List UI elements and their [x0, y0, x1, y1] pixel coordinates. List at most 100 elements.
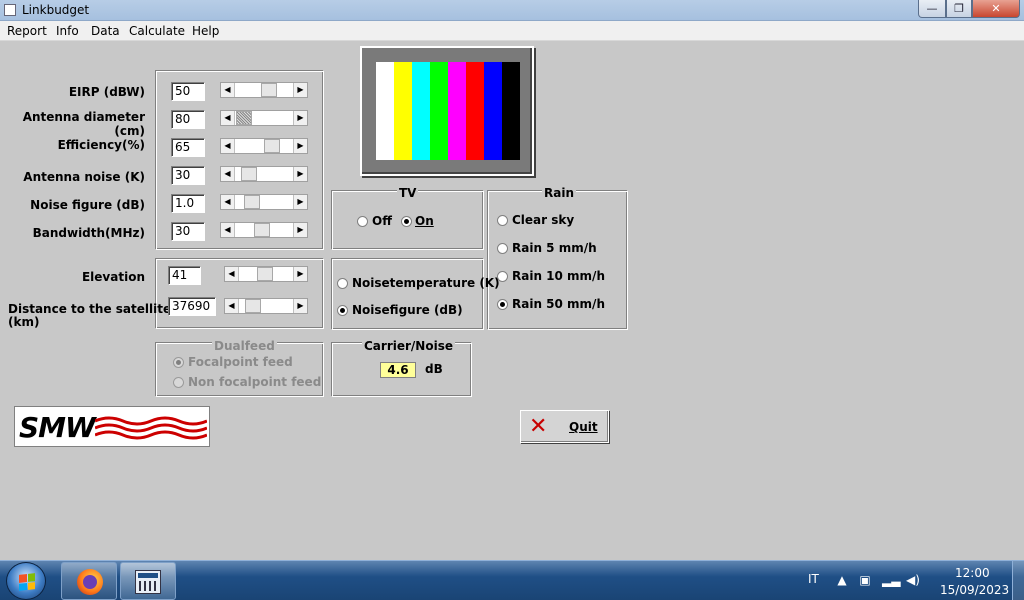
noisefigure-radio[interactable] — [337, 305, 348, 316]
antenna-diameter-label: Antenna diameter (cm) — [22, 110, 145, 138]
rain-clear-radio[interactable] — [497, 215, 508, 226]
title-bar: Linkbudget — ❐ ✕ — [0, 0, 1024, 21]
focalpoint-feed-label[interactable]: Focalpoint feed — [188, 355, 293, 369]
noisetemperature-label[interactable]: Noisetemperature (K) — [352, 276, 500, 290]
antenna-noise-slider[interactable]: ◀ ▶ — [220, 166, 308, 182]
efficiency-slider[interactable]: ◀ ▶ — [220, 138, 308, 154]
scroll-left-icon[interactable]: ◀ — [221, 111, 235, 125]
scroll-left-icon[interactable]: ◀ — [225, 299, 239, 313]
antenna-diameter-slider[interactable]: ◀ ▶ — [220, 110, 308, 126]
taskbar-linkbudget[interactable] — [120, 562, 176, 600]
slider-thumb[interactable] — [244, 195, 260, 209]
clock-date[interactable]: 15/09/2023 — [940, 583, 1009, 597]
menu-info[interactable]: Info — [56, 24, 79, 38]
tv-color-bar — [412, 62, 430, 160]
slider-thumb[interactable] — [245, 299, 261, 313]
tv-color-bar — [502, 62, 520, 160]
tv-on-radio[interactable] — [401, 216, 412, 227]
taskbar: IT ▲ ▣ ▂▃ ◀) 12:00 15/09/2023 — [0, 560, 1024, 600]
distance-slider[interactable]: ◀ ▶ — [224, 298, 308, 314]
rain-5-radio[interactable] — [497, 243, 508, 254]
rain-group-title: Rain — [542, 186, 576, 200]
start-button[interactable] — [6, 562, 46, 600]
show-desktop-button[interactable] — [1012, 561, 1024, 600]
rain-5-label[interactable]: Rain 5 mm/h — [512, 241, 597, 255]
scroll-left-icon[interactable]: ◀ — [221, 167, 235, 181]
distance-input[interactable]: 37690 — [168, 297, 216, 316]
slider-thumb[interactable] — [254, 223, 270, 237]
maximize-button[interactable]: ❐ — [946, 0, 972, 18]
tv-off-radio[interactable] — [357, 216, 368, 227]
clock-time[interactable]: 12:00 — [955, 566, 990, 580]
slider-thumb[interactable] — [264, 139, 280, 153]
elevation-label: Elevation — [81, 270, 145, 284]
rain-clear-label[interactable]: Clear sky — [512, 213, 574, 227]
wave-logo-icon — [95, 416, 207, 440]
elevation-slider[interactable]: ◀ ▶ — [224, 266, 308, 282]
scroll-right-icon[interactable]: ▶ — [293, 267, 307, 281]
efficiency-label: Efficiency(%) — [57, 138, 145, 152]
rain-50-label[interactable]: Rain 50 mm/h — [512, 297, 605, 311]
scroll-right-icon[interactable]: ▶ — [293, 195, 307, 209]
noisefigure-label[interactable]: Noisefigure (dB) — [352, 303, 463, 317]
scroll-right-icon[interactable]: ▶ — [293, 167, 307, 181]
language-indicator[interactable]: IT — [808, 572, 819, 586]
bandwidth-slider[interactable]: ◀ ▶ — [220, 222, 308, 238]
scroll-right-icon[interactable]: ▶ — [293, 139, 307, 153]
slider-thumb[interactable] — [257, 267, 273, 281]
eirp-slider[interactable]: ◀ ▶ — [220, 82, 308, 98]
menu-data[interactable]: Data — [91, 24, 120, 38]
carrier-noise-value: 4.6 — [380, 362, 416, 378]
efficiency-input[interactable]: 65 — [171, 138, 205, 157]
taskbar-firefox[interactable] — [61, 562, 117, 600]
antenna-noise-input[interactable]: 30 — [171, 166, 205, 185]
tv-off-label[interactable]: Off — [372, 214, 392, 228]
tv-on-label[interactable]: On — [415, 214, 434, 228]
volume-icon[interactable]: ◀) — [906, 574, 920, 587]
noise-mode-panel — [332, 259, 484, 330]
rain-50-radio[interactable] — [497, 299, 508, 310]
distance-unit-label: (km) — [8, 315, 40, 329]
network-icon[interactable]: ▂▃ — [882, 574, 900, 587]
menu-help[interactable]: Help — [192, 24, 219, 38]
slider-thumb[interactable] — [261, 83, 277, 97]
non-focalpoint-feed-radio[interactable] — [173, 377, 184, 388]
noise-figure-input[interactable]: 1.0 — [171, 194, 205, 213]
non-focalpoint-feed-label[interactable]: Non focalpoint feed — [188, 375, 321, 389]
noisetemperature-radio[interactable] — [337, 278, 348, 289]
rain-10-label[interactable]: Rain 10 mm/h — [512, 269, 605, 283]
slider-thumb[interactable] — [241, 167, 257, 181]
menu-calculate[interactable]: Calculate — [129, 24, 185, 38]
show-hidden-icons-icon[interactable]: ▲ — [835, 574, 849, 587]
scroll-left-icon[interactable]: ◀ — [225, 267, 239, 281]
scroll-right-icon[interactable]: ▶ — [293, 111, 307, 125]
close-button[interactable]: ✕ — [972, 0, 1020, 18]
action-center-icon[interactable]: ▣ — [858, 574, 872, 587]
quit-button[interactable]: ✕ Quit — [520, 410, 609, 443]
scroll-left-icon[interactable]: ◀ — [221, 139, 235, 153]
quit-label: Quit — [569, 420, 598, 434]
windows-logo-icon — [19, 573, 35, 591]
bandwidth-input[interactable]: 30 — [171, 222, 205, 241]
smw-logo: SMW — [14, 406, 210, 447]
scroll-left-icon[interactable]: ◀ — [221, 83, 235, 97]
menu-bar: Report Info Data Calculate Help — [0, 21, 1024, 41]
close-x-icon: ✕ — [529, 414, 548, 439]
scroll-right-icon[interactable]: ▶ — [293, 223, 307, 237]
menu-report[interactable]: Report — [7, 24, 47, 38]
focalpoint-feed-radio[interactable] — [173, 357, 184, 368]
scroll-right-icon[interactable]: ▶ — [293, 299, 307, 313]
carrier-noise-title: Carrier/Noise — [362, 339, 455, 353]
scroll-left-icon[interactable]: ◀ — [221, 195, 235, 209]
minimize-button[interactable]: — — [918, 0, 946, 18]
noise-figure-slider[interactable]: ◀ ▶ — [220, 194, 308, 210]
eirp-input[interactable]: 50 — [171, 82, 205, 101]
scroll-right-icon[interactable]: ▶ — [293, 83, 307, 97]
scroll-left-icon[interactable]: ◀ — [221, 223, 235, 237]
elevation-input[interactable]: 41 — [168, 266, 201, 285]
antenna-diameter-input[interactable]: 80 — [171, 110, 205, 129]
distance-label: Distance to the satellite — [8, 302, 172, 316]
tv-group-title: TV — [397, 186, 419, 200]
tv-color-bar — [394, 62, 412, 160]
slider-thumb[interactable] — [236, 111, 252, 125]
